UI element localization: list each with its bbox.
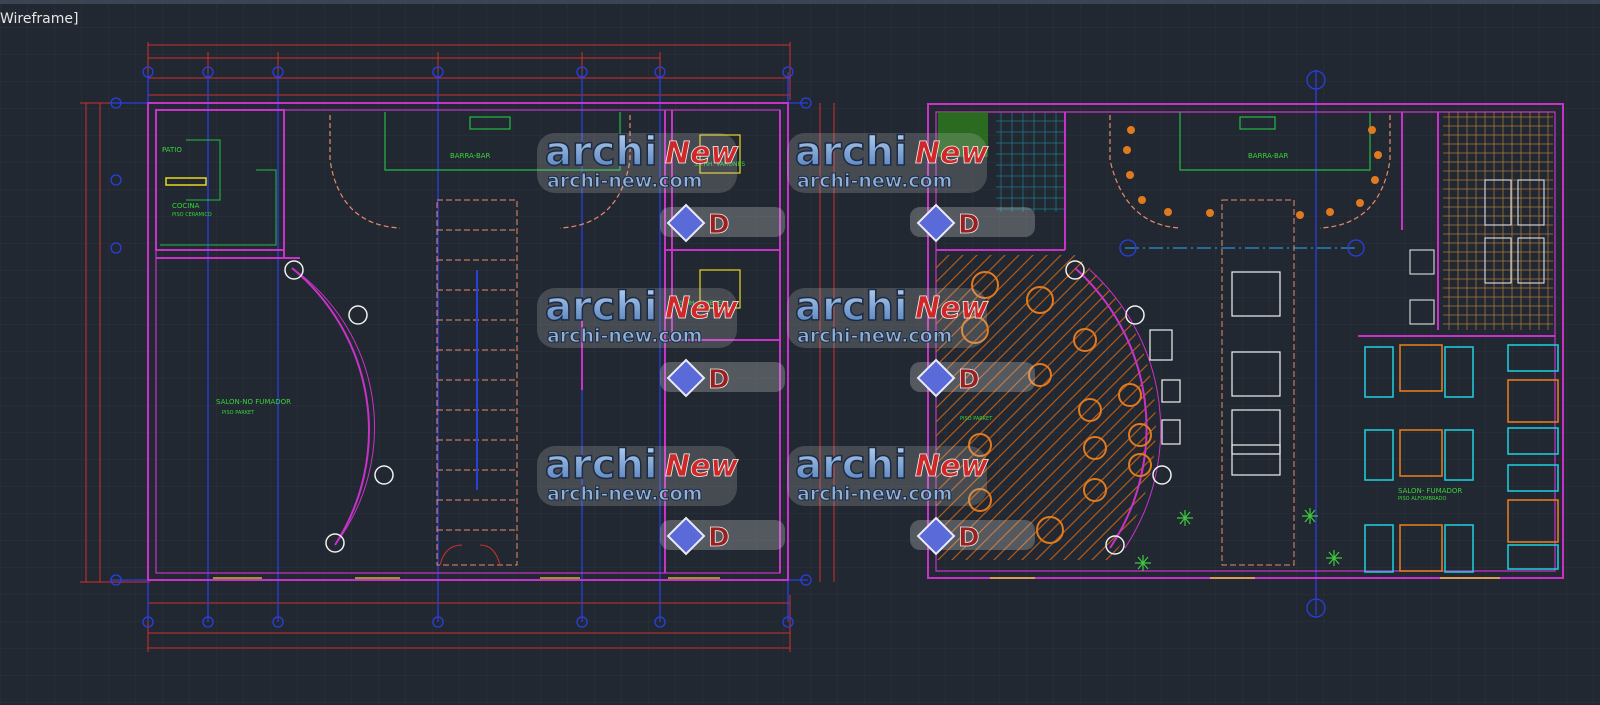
watermark-brand-suffix: New — [915, 136, 988, 171]
watermark-logo: D — [910, 516, 1035, 556]
watermark-logo: D — [660, 203, 785, 243]
drawing-canvas[interactable]: PATIO COCINA PISO CERAMICO BARRA-BAR SAL… — [0, 0, 1600, 705]
service-room-tiles — [996, 112, 1064, 212]
watermark-url: archi-new.com — [547, 483, 702, 505]
svg-text:D: D — [958, 210, 980, 240]
svg-text:D: D — [708, 365, 730, 395]
watermark-brand: archi — [795, 284, 908, 330]
svg-text:D: D — [708, 523, 730, 553]
watermark-brand: archi — [545, 129, 658, 175]
watermark-brand-suffix: New — [665, 136, 738, 171]
svg-text:D: D — [708, 210, 730, 240]
watermark-brand: archi — [795, 129, 908, 175]
room-label-barra-right: BARRA-BAR — [1248, 152, 1289, 160]
watermark-url: archi-new.com — [797, 483, 952, 505]
room-label-barra-left: BARRA-BAR — [450, 152, 491, 160]
watermark-logo: D — [660, 516, 785, 556]
watermark-brand-suffix: New — [915, 449, 988, 484]
room-floor-salon-right: PISO ALFOMBRADO — [1398, 496, 1446, 502]
room-label-salon-fumador: SALON- FUMADOR — [1398, 487, 1462, 495]
watermark-url: archi-new.com — [797, 325, 952, 347]
watermark-brand-suffix: New — [665, 449, 738, 484]
watermark-brand-suffix: New — [915, 291, 988, 326]
watermark-url: archi-new.com — [547, 170, 702, 192]
watermark-brand: archi — [545, 442, 658, 488]
room-floor-salon-left: PISO PARKET — [222, 410, 255, 416]
watermark-url: archi-new.com — [797, 170, 952, 192]
room-label-cocina: COCINA — [172, 202, 200, 210]
watermark-brand-suffix: New — [665, 291, 738, 326]
room-floor-terrace: PISO PARKET — [960, 416, 993, 422]
watermark-url: archi-new.com — [547, 325, 702, 347]
svg-text:D: D — [958, 365, 980, 395]
room-label-patio: PATIO — [162, 146, 182, 154]
watermark-logo: D — [910, 358, 1035, 398]
watermark-logo: D — [660, 358, 785, 398]
room-label-salon-no-fumador: SALON-NO FUMADOR — [216, 398, 291, 406]
watermark-brand: archi — [795, 442, 908, 488]
viewport-visual-style-label[interactable]: Wireframe] — [0, 10, 78, 28]
room-floor-cocina: PISO CERAMICO — [172, 212, 212, 218]
watermark-brand: archi — [545, 284, 658, 330]
restroom-tiles-right — [1443, 112, 1553, 330]
watermark-logo: D — [910, 203, 1035, 243]
svg-text:D: D — [958, 523, 980, 553]
